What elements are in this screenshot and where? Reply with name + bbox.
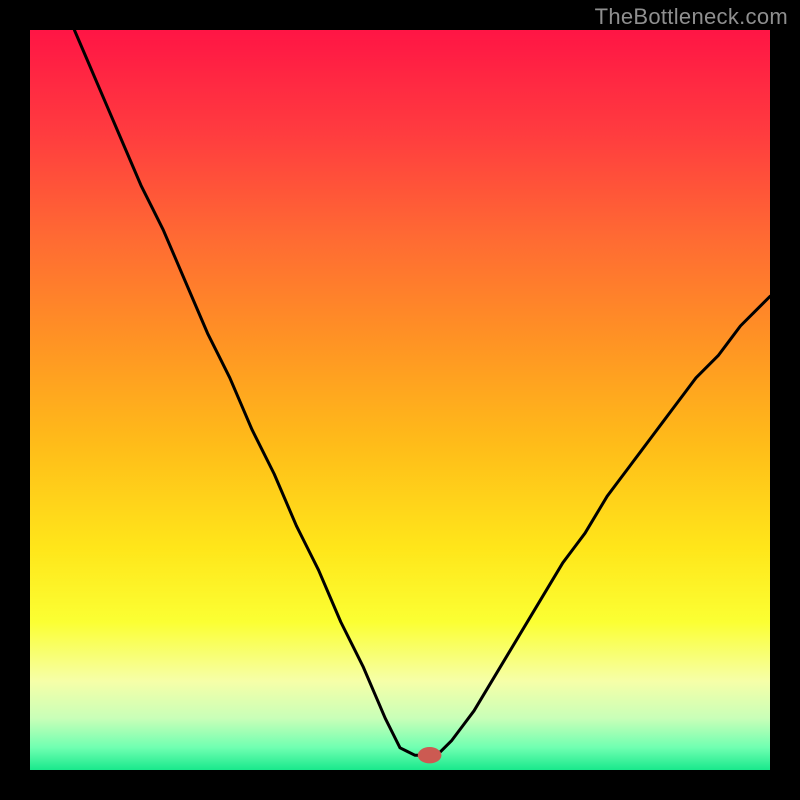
chart-frame: TheBottleneck.com <box>0 0 800 800</box>
watermark-text: TheBottleneck.com <box>595 4 788 30</box>
optimal-point-marker <box>418 747 442 763</box>
plot-area <box>30 30 770 770</box>
gradient-background <box>30 30 770 770</box>
chart-svg <box>30 30 770 770</box>
